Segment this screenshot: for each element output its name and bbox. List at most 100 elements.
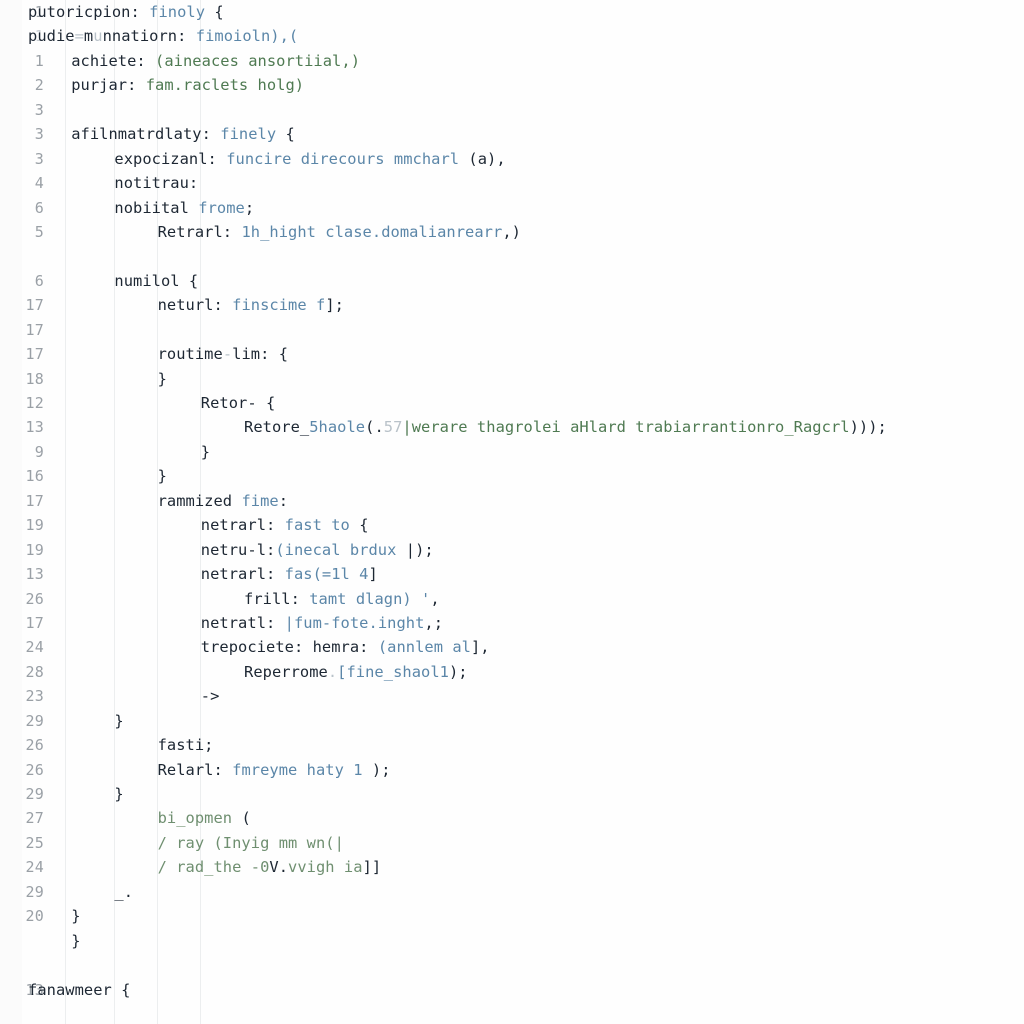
code-line[interactable]: 1 pudie=munnatiorn: fimoioln),( [0,24,1024,48]
code-text[interactable]: neturl: finscime f]; [158,293,344,317]
code-line[interactable]: 3 [0,98,1024,122]
code-text[interactable]: Retor- { [201,391,276,415]
token-plain: trepociete: hemra: [200,638,369,657]
token-kw: finscime f [232,296,326,315]
code-text[interactable]: } [71,904,80,928]
code-line[interactable]: 19 netrarl: fast to { [0,513,1024,537]
code-text[interactable]: netrarl: fas(=1l 4] [201,562,378,586]
code-text[interactable]: achiete: (aineaces ansortiial,) [71,49,360,73]
line-number: 25 [25,833,44,852]
code-text[interactable]: afilnmatrdlaty: finely { [71,122,295,146]
code-line[interactable]: 13 Retore_5haole(.57|werare thagrolei aHl… [0,415,1024,439]
code-text[interactable]: nobiital frome; [114,196,254,220]
code-text[interactable]: purjar: fam.raclets holg) [71,73,304,97]
token-kw: finoly [149,3,206,21]
code-line[interactable]: 5 Retrarl: 1h_hight clase.domalianrearr,) [0,220,1024,244]
code-line[interactable]: 17 netratl: |fum-fote.inght,; [0,611,1024,635]
code-text[interactable]: } [158,367,167,391]
code-line[interactable]: 3 afilnmatrdlaty: finely { [0,122,1024,146]
token-plain: afilnmatrdlaty: [71,125,211,144]
code-line[interactable]: 16} [0,464,1024,488]
code-line[interactable]: 29} [0,709,1024,733]
code-line[interactable]: 29} [0,782,1024,806]
code-text[interactable]: Retore_5haole(.57|werare thagrolei aHlar… [244,415,887,439]
code-text[interactable]: } [158,464,167,488]
code-line[interactable]: 18} [0,367,1024,391]
code-line[interactable]: 12 Retor- { [0,391,1024,415]
code-text[interactable]: netratl: |fum-fote.inght,; [201,611,443,635]
code-line[interactable]: 26 Relarl: fmreyme haty 1 ); [0,758,1024,782]
token-faint: . [327,662,338,681]
code-text[interactable]: frill: tamt dlagn) ', [244,587,440,611]
code-line[interactable] [0,953,1024,977]
code-text[interactable]: netru-l:(inecal brdux |); [201,538,434,562]
token-cmt: / rad_the -0 [157,858,270,877]
code-line[interactable]: 6 numilol { [0,269,1024,293]
code-text[interactable]: notitrau: [114,171,198,195]
code-line[interactable] [0,244,1024,268]
code-line[interactable]: 25 / ray (Inyig mm wn(| [0,831,1024,855]
code-line[interactable]: } [0,929,1024,953]
code-line[interactable]: 17 [0,318,1024,342]
code-line[interactable]: 17 neturl: finscime f]; [0,293,1024,317]
code-line[interactable]: 6 nobiital frome; [0,196,1024,220]
code-text[interactable]: putoricpion: finoly { [28,0,224,24]
code-text[interactable]: numilol { [114,269,198,293]
code-text[interactable]: _. [114,880,133,904]
code-line[interactable]: 23 -> [0,684,1024,708]
token-plain: achiete: [71,51,146,70]
code-line[interactable]: 4 notitrau: [0,171,1024,195]
code-text[interactable]: Relarl: fmreyme haty 1 ); [158,758,391,782]
code-line[interactable]: 1 putoricpion: finoly { [0,0,1024,24]
code-line[interactable]: 17 routime-lim: { [0,342,1024,366]
code-text[interactable]: Reperrome.[fine_shaol1); [244,660,468,684]
code-text[interactable]: / ray (Inyig mm wn(| [158,831,344,855]
code-text[interactable]: fanawmeer { [28,978,130,1002]
code-text[interactable]: } [201,440,210,464]
code-text[interactable]: bi_opmen ( [158,806,251,830]
token-plain: nnatiorn: [102,27,187,46]
code-text[interactable]: routime-lim: { [158,342,288,366]
code-text[interactable]: } [114,709,123,733]
line-number: 29 [25,882,44,901]
code-line[interactable]: 29 _. [0,880,1024,904]
code-text[interactable]: Retrarl: 1h_hight clase.domalianrearr,) [158,220,521,244]
code-text[interactable]: netrarl: fast to { [201,513,369,537]
code-text[interactable]: -> [201,684,220,708]
token-plain: rammized [157,491,233,510]
code-line[interactable]: 28 Reperrome.[fine_shaol1); [0,660,1024,684]
code-line[interactable]: 27 bi_opmen ( [0,806,1024,830]
code-line[interactable]: 19 netru-l:(inecal brdux |); [0,538,1024,562]
code-line[interactable]: 3 expocizanl: funcire direcours mmcharl (… [0,147,1024,171]
code-text[interactable]: pudie=munnatiorn: fimoioln),( [28,24,298,48]
code-line[interactable]: 26 fasti; [0,733,1024,757]
code-text[interactable]: fasti; [158,733,214,757]
code-text[interactable]: trepociete: hemra: (annlem al], [201,635,490,659]
token-punc: } [114,785,124,803]
code-text[interactable]: expocizanl: funcire direcours mmcharl (a… [114,147,505,171]
code-line[interactable]: 1 achiete: (aineaces ansortiial,) [0,49,1024,73]
code-text[interactable]: / rad_the -0V.vvigh ia]] [158,855,382,879]
code-line[interactable]: 24 / rad_the -0V.vvigh ia]] [0,855,1024,879]
code-surface[interactable]: 1 putoricpion: finoly {1 pudie=munnatiorn:… [0,0,1024,1024]
code-line[interactable]: 2 purjar: fam.raclets holg) [0,73,1024,97]
code-text[interactable]: } [71,929,80,953]
code-line[interactable]: 26 frill: tamt dlagn) ', [0,587,1024,611]
code-text[interactable]: rammized fime: [158,489,288,513]
code-line[interactable]: 13 fanawmeer { [0,978,1024,1002]
code-line[interactable]: 17 rammized fime: [0,489,1024,513]
code-text[interactable]: } [114,782,123,806]
line-number: 29 [25,711,44,730]
token-plain: frill: [244,589,300,608]
token-kw: fime [241,491,279,510]
code-line[interactable]: 9} [0,440,1024,464]
code-line[interactable]: 20} [0,904,1024,928]
code-line[interactable]: 13 netrarl: fas(=1l 4] [0,562,1024,586]
token-punc: ,; [424,613,444,632]
token-plain: lim: [232,345,270,364]
code-line[interactable]: 24 trepociete: hemra: (annlem al], [0,635,1024,659]
token-plain: Retore_ [244,418,310,437]
